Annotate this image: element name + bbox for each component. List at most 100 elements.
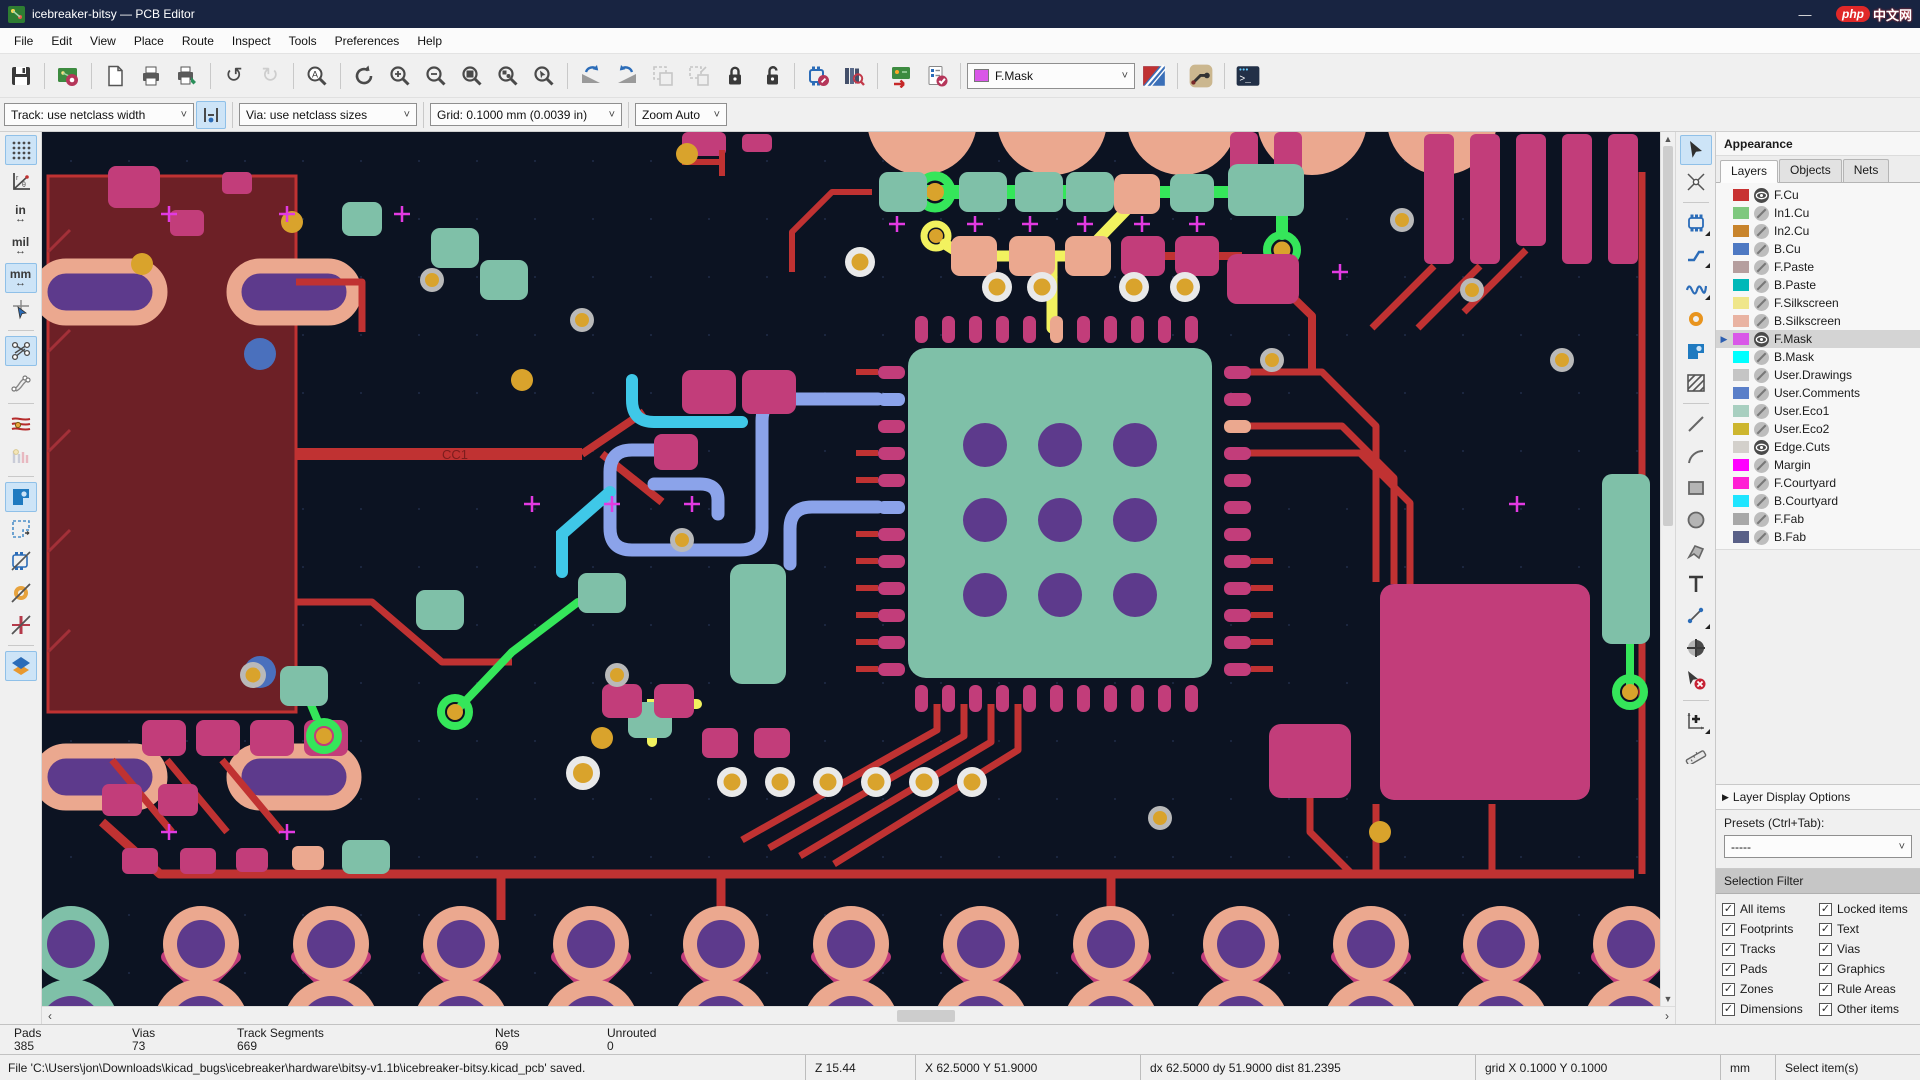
menu-help[interactable]: Help (409, 31, 450, 51)
checkbox-icon[interactable]: ✓ (1722, 922, 1735, 936)
tab-layers[interactable]: Layers (1720, 160, 1779, 183)
horizontal-scrollbar-thumb[interactable] (897, 1010, 955, 1022)
filter-tracks[interactable]: ✓ Tracks (1722, 942, 1817, 956)
eye-hidden-icon[interactable] (1754, 205, 1769, 221)
horizontal-scrollbar[interactable]: ‹ › (42, 1006, 1675, 1024)
tab-objects[interactable]: Objects (1779, 159, 1842, 182)
checkbox-icon[interactable]: ✓ (1722, 962, 1735, 976)
eye-hidden-icon[interactable] (1754, 385, 1769, 401)
draw-zone-tool[interactable] (1680, 336, 1712, 366)
checkbox-icon[interactable]: ✓ (1819, 962, 1832, 976)
layer-row-user.eco2[interactable]: User.Eco2 (1716, 420, 1920, 438)
layer-row-f.fab[interactable]: F.Fab (1716, 510, 1920, 528)
eye-hidden-icon[interactable] (1754, 277, 1769, 293)
scroll-right-icon[interactable]: › (1659, 1009, 1675, 1023)
find-button[interactable]: A (300, 60, 334, 92)
board-setup-button[interactable] (51, 60, 85, 92)
local-ratsnest-tool[interactable] (1680, 167, 1712, 197)
menu-inspect[interactable]: Inspect (224, 31, 279, 51)
checkbox-icon[interactable]: ✓ (1819, 942, 1832, 956)
draw-polygon-tool[interactable] (1680, 537, 1712, 567)
layer-row-edge.cuts[interactable]: Edge.Cuts (1716, 438, 1920, 456)
pad-outline-mode-button[interactable] (5, 578, 37, 608)
lock-button[interactable] (718, 60, 752, 92)
menu-file[interactable]: File (6, 31, 41, 51)
checkbox-icon[interactable]: ✓ (1722, 982, 1735, 996)
layer-row-in2.cu[interactable]: In2.Cu (1716, 222, 1920, 240)
menu-edit[interactable]: Edit (43, 31, 80, 51)
ungroup-button[interactable] (682, 60, 716, 92)
checkbox-icon[interactable]: ✓ (1819, 1002, 1832, 1016)
layer-row-b.silkscreen[interactable]: B.Silkscreen (1716, 312, 1920, 330)
zoom-select[interactable]: Zoom Auto ˅ (635, 103, 727, 126)
delete-tool[interactable] (1680, 665, 1712, 695)
draw-rectangle-tool[interactable] (1680, 473, 1712, 503)
layer-row-f.cu[interactable]: F.Cu (1716, 186, 1920, 204)
checkbox-icon[interactable]: ✓ (1819, 902, 1832, 916)
select-tool[interactable] (1679, 135, 1712, 165)
eye-hidden-icon[interactable] (1754, 241, 1769, 257)
menu-view[interactable]: View (82, 31, 124, 51)
checkbox-icon[interactable]: ✓ (1722, 1002, 1735, 1016)
filter-all-items[interactable]: ✓ All items (1722, 902, 1817, 916)
zoom-objects-button[interactable] (491, 60, 525, 92)
layer-color-swatch[interactable] (1733, 261, 1749, 273)
print-button[interactable] (134, 60, 168, 92)
eye-hidden-icon[interactable] (1754, 511, 1769, 527)
layer-color-swatch[interactable] (1733, 279, 1749, 291)
auto-track-width-toggle[interactable] (196, 100, 226, 129)
draw-rule-area-tool[interactable] (1680, 368, 1712, 398)
layer-color-swatch[interactable] (1733, 531, 1749, 543)
save-button[interactable] (4, 60, 38, 92)
layer-color-swatch[interactable] (1733, 441, 1749, 453)
layer-row-user.eco1[interactable]: User.Eco1 (1716, 402, 1920, 420)
eye-hidden-icon[interactable] (1754, 493, 1769, 509)
filter-other-items[interactable]: ✓ Other items (1819, 1002, 1914, 1016)
vertical-scrollbar[interactable]: ▲ ▼ (1660, 132, 1675, 1006)
layer-color-swatch[interactable] (1733, 387, 1749, 399)
layer-selector[interactable]: F.Mask ˅ (967, 62, 1135, 89)
place-via-tool[interactable] (1680, 304, 1712, 334)
drc-button[interactable] (920, 60, 954, 92)
footprint-outline-mode-button[interactable] (5, 546, 37, 576)
refresh-button[interactable] (347, 60, 381, 92)
scroll-left-icon[interactable]: ‹ (42, 1009, 58, 1023)
menu-route[interactable]: Route (174, 31, 222, 51)
layer-row-b.fab[interactable]: B.Fab (1716, 528, 1920, 546)
measure-tool[interactable] (1680, 738, 1712, 768)
footprint-editor-button[interactable] (801, 60, 835, 92)
zoom-out-button[interactable] (419, 60, 453, 92)
layer-color-swatch[interactable] (1733, 333, 1749, 345)
eye-hidden-icon[interactable] (1754, 313, 1769, 329)
zone-outline-mode-button[interactable] (5, 514, 37, 544)
layer-display-options[interactable]: ▶ Layer Display Options (1716, 784, 1920, 810)
eye-visible-icon[interactable] (1754, 187, 1769, 203)
layer-row-user.comments[interactable]: User.Comments (1716, 384, 1920, 402)
zone-fill-mode-button[interactable] (4, 482, 37, 512)
footprint-browser-button[interactable] (837, 60, 871, 92)
menu-tools[interactable]: Tools (281, 31, 325, 51)
filter-footprints[interactable]: ✓ Footprints (1722, 922, 1817, 936)
checkbox-icon[interactable]: ✓ (1819, 922, 1832, 936)
grid-select[interactable]: Grid: 0.1000 mm (0.0039 in) ˅ (430, 103, 622, 126)
grid-toggle-button[interactable] (4, 135, 37, 165)
layer-color-swatch[interactable] (1733, 297, 1749, 309)
layer-row-b.paste[interactable]: B.Paste (1716, 276, 1920, 294)
filter-vias[interactable]: ✓ Vias (1819, 942, 1914, 956)
layer-color-swatch[interactable] (1733, 207, 1749, 219)
vertical-scrollbar-thumb[interactable] (1663, 146, 1673, 526)
drill-origin-tool[interactable] (1680, 633, 1712, 663)
route-tracks-tool[interactable] (1680, 240, 1712, 270)
zoom-selection-button[interactable] (527, 60, 561, 92)
layer-color-swatch[interactable] (1733, 225, 1749, 237)
layer-row-b.courtyard[interactable]: B.Courtyard (1716, 492, 1920, 510)
via-size-select[interactable]: Via: use netclass sizes ˅ (239, 103, 417, 126)
track-outline-mode-button[interactable] (5, 610, 37, 640)
layer-row-user.drawings[interactable]: User.Drawings (1716, 366, 1920, 384)
filter-locked-items[interactable]: ✓ Locked items (1819, 902, 1914, 916)
scroll-down-icon[interactable]: ▼ (1661, 994, 1675, 1004)
eye-hidden-icon[interactable] (1754, 295, 1769, 311)
group-button[interactable] (646, 60, 680, 92)
layer-row-b.cu[interactable]: B.Cu (1716, 240, 1920, 258)
filter-dimensions[interactable]: ✓ Dimensions (1722, 1002, 1817, 1016)
